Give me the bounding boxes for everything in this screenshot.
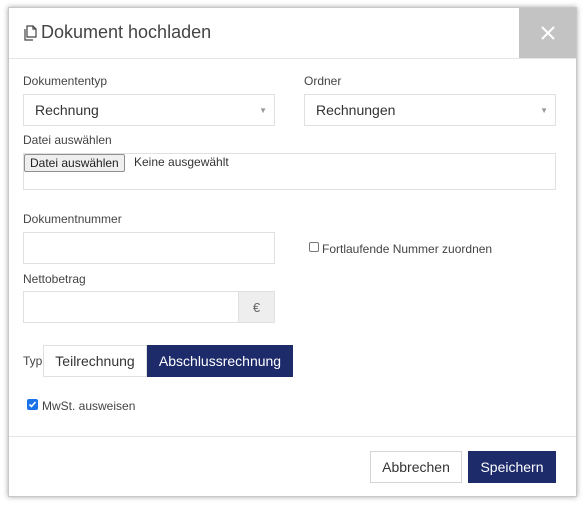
- cancel-button[interactable]: Abbrechen: [370, 451, 462, 483]
- caret-down-icon: ▼: [540, 106, 548, 115]
- dialog-header: Dokument hochladen: [9, 8, 576, 59]
- document-type-label: Dokumententyp: [23, 74, 108, 88]
- type-option-teilrechnung[interactable]: Teilrechnung: [43, 345, 147, 377]
- caret-down-icon: ▼: [259, 106, 267, 115]
- dialog-footer: Abbrechen Speichern: [9, 436, 576, 497]
- folder-select[interactable]: Rechnungen ▼: [304, 94, 556, 126]
- sequential-number-label: Fortlaufende Nummer zuordnen: [322, 242, 493, 256]
- show-vat-checkbox[interactable]: [27, 399, 38, 410]
- file-status: Keine ausgewählt: [134, 155, 229, 169]
- dialog-title-wrap: Dokument hochladen: [23, 22, 211, 43]
- type-label: Typ: [23, 354, 43, 368]
- folder-label: Ordner: [304, 74, 342, 88]
- sequential-number-checkbox[interactable]: [309, 242, 319, 252]
- checkmark-icon: [28, 401, 37, 408]
- close-button[interactable]: [519, 8, 576, 58]
- dialog-title: Dokument hochladen: [41, 22, 212, 42]
- save-button[interactable]: Speichern: [468, 451, 556, 483]
- upload-dialog: Dokument hochladen Dokumententyp Rechnun…: [8, 7, 577, 497]
- document-number-label: Dokumentnummer: [23, 212, 122, 226]
- file-input[interactable]: Datei auswählen Keine ausgewählt: [23, 153, 556, 190]
- documents-icon: [24, 24, 37, 41]
- net-amount-input[interactable]: [23, 291, 239, 323]
- currency-addon: €: [238, 291, 275, 323]
- show-vat-label: MwSt. ausweisen: [42, 399, 136, 413]
- document-type-value: Rechnung: [35, 102, 99, 118]
- document-number-input[interactable]: [23, 232, 275, 264]
- type-option-abschlussrechnung[interactable]: Abschlussrechnung: [147, 345, 293, 377]
- file-label: Datei auswählen: [23, 133, 112, 147]
- document-type-select[interactable]: Rechnung ▼: [23, 94, 275, 126]
- close-icon: [540, 26, 555, 40]
- file-choose-button[interactable]: Datei auswählen: [24, 154, 125, 172]
- net-amount-label: Nettobetrag: [23, 272, 86, 286]
- folder-value: Rechnungen: [316, 102, 396, 118]
